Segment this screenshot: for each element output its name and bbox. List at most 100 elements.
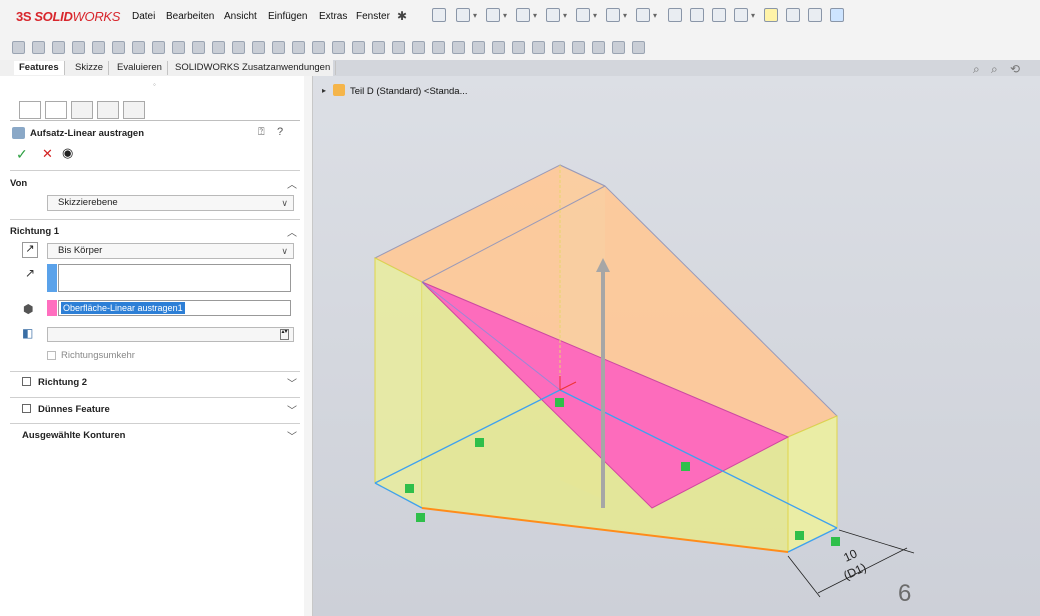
- dimxpert-tab-icon[interactable]: [97, 101, 119, 119]
- toolbar-tool-icon[interactable]: [632, 41, 645, 54]
- relation-icon[interactable]: [795, 531, 804, 540]
- chevron-down-icon[interactable]: ﹀: [287, 428, 297, 443]
- reverse-direction-icon[interactable]: ↗: [22, 242, 38, 258]
- chevron-down-icon[interactable]: ▾: [593, 11, 597, 20]
- relation-icon[interactable]: [681, 462, 690, 471]
- sum-icon[interactable]: [712, 8, 726, 22]
- toolbar-tool-icon[interactable]: [532, 41, 545, 54]
- relation-icon[interactable]: [475, 438, 484, 447]
- model-graphics[interactable]: 10 (D1): [313, 76, 1040, 616]
- toolbar-tool-icon[interactable]: [132, 41, 145, 54]
- gear-icon[interactable]: [734, 8, 748, 22]
- end-condition-select[interactable]: Bis Körper ∨: [47, 243, 294, 259]
- chevron-up-icon[interactable]: ︿: [287, 224, 297, 239]
- toolbar-tool-icon[interactable]: [332, 41, 345, 54]
- redo-icon[interactable]: [606, 8, 620, 22]
- rebuild-icon[interactable]: [668, 8, 682, 22]
- chevron-down-icon[interactable]: ﹀: [287, 402, 297, 417]
- panel-collapse-icon[interactable]: ◦: [153, 80, 156, 89]
- toolbar-tool-icon[interactable]: [12, 41, 25, 54]
- toolbar-tool-icon[interactable]: [272, 41, 285, 54]
- toolbar-tool-icon[interactable]: [492, 41, 505, 54]
- search-tools-icon[interactable]: [830, 8, 844, 22]
- toolbar-tool-icon[interactable]: [412, 41, 425, 54]
- toolbar-tool-icon[interactable]: [112, 41, 125, 54]
- toolbar-tool-icon[interactable]: [452, 41, 465, 54]
- spinner-icon[interactable]: ▴▾: [280, 329, 289, 340]
- question-icon[interactable]: ?: [277, 126, 283, 138]
- chevron-down-icon[interactable]: ▾: [503, 11, 507, 20]
- sketch-star-icon[interactable]: [764, 8, 778, 22]
- panel-splitter[interactable]: [304, 76, 313, 616]
- section-richtung-1[interactable]: Richtung 1: [10, 226, 59, 237]
- tab-solidworks-addins[interactable]: SOLIDWORKS Zusatzanwendungen: [170, 61, 337, 75]
- toolbar-tool-icon[interactable]: [472, 41, 485, 54]
- relation-icon[interactable]: [405, 484, 414, 493]
- undo-icon[interactable]: [576, 8, 590, 22]
- direction-reference-field[interactable]: [58, 264, 291, 292]
- solidworks-logo[interactable]: 3S SOLIDWORKS: [16, 9, 120, 24]
- help-icon[interactable]: ⍰: [258, 126, 265, 139]
- toolbar-tool-icon[interactable]: [172, 41, 185, 54]
- toolbar-tool-icon[interactable]: [612, 41, 625, 54]
- toolbar-tool-icon[interactable]: [192, 41, 205, 54]
- open-icon[interactable]: [486, 8, 500, 22]
- chevron-down-icon[interactable]: ▾: [751, 11, 755, 20]
- layout-icon[interactable]: [808, 8, 822, 22]
- chevron-down-icon[interactable]: ▾: [533, 11, 537, 20]
- toolbar-tool-icon[interactable]: [292, 41, 305, 54]
- feature-manager-tab-icon[interactable]: [19, 101, 41, 119]
- section-richtung-2[interactable]: Richtung 2: [38, 377, 87, 388]
- toolbar-tool-icon[interactable]: [552, 41, 565, 54]
- toolbar-tool-icon[interactable]: [152, 41, 165, 54]
- toolbar-tool-icon[interactable]: [512, 41, 525, 54]
- richtung-2-checkbox[interactable]: [22, 377, 31, 386]
- chevron-down-icon[interactable]: ▾: [473, 11, 477, 20]
- toolbar-tool-icon[interactable]: [252, 41, 265, 54]
- section-thin-feature[interactable]: Dünnes Feature: [38, 404, 110, 415]
- new-document-icon[interactable]: [456, 8, 470, 22]
- tab-evaluieren[interactable]: Evaluieren: [112, 61, 168, 75]
- zoom-area-icon[interactable]: ⌕: [991, 62, 998, 77]
- relation-icon[interactable]: [831, 537, 840, 546]
- toolbar-tool-icon[interactable]: [372, 41, 385, 54]
- thin-feature-checkbox[interactable]: [22, 404, 31, 413]
- select-icon[interactable]: [636, 8, 650, 22]
- menu-bearbeiten[interactable]: Bearbeiten: [166, 11, 214, 22]
- chevron-down-icon[interactable]: ▾: [623, 11, 627, 20]
- dimension-name[interactable]: (D1): [841, 560, 868, 583]
- file-properties-icon[interactable]: [690, 8, 704, 22]
- toolbar-tool-icon[interactable]: [92, 41, 105, 54]
- tab-skizze[interactable]: Skizze: [70, 61, 109, 75]
- menu-ansicht[interactable]: Ansicht: [224, 11, 257, 22]
- chevron-down-icon[interactable]: ▾: [653, 11, 657, 20]
- configuration-manager-tab-icon[interactable]: [71, 101, 93, 119]
- confirm-check-icon[interactable]: ✓: [16, 146, 28, 163]
- relation-icon[interactable]: [555, 398, 564, 407]
- section-von[interactable]: Von: [10, 178, 27, 189]
- toolbar-tool-icon[interactable]: [52, 41, 65, 54]
- von-select[interactable]: Skizzierebene ∨: [47, 195, 294, 211]
- toolbar-tool-icon[interactable]: [392, 41, 405, 54]
- relation-icon[interactable]: [416, 513, 425, 522]
- chevron-down-icon[interactable]: ▾: [563, 11, 567, 20]
- chevron-down-icon[interactable]: ﹀: [287, 375, 297, 390]
- selected-body[interactable]: Oberfläche-Linear austragen1: [61, 302, 185, 314]
- toolbar-tool-icon[interactable]: [432, 41, 445, 54]
- toolbar-tool-icon[interactable]: [232, 41, 245, 54]
- previous-view-icon[interactable]: ⟲: [1010, 62, 1020, 76]
- tab-features[interactable]: Features: [14, 61, 65, 75]
- body-selection-field[interactable]: Oberfläche-Linear austragen1: [58, 300, 291, 316]
- toolbar-tool-icon[interactable]: [312, 41, 325, 54]
- home-icon[interactable]: [432, 8, 446, 22]
- menu-fenster[interactable]: Fenster: [356, 11, 390, 22]
- save-icon[interactable]: [516, 8, 530, 22]
- section-selected-contours[interactable]: Ausgewählte Konturen: [22, 430, 125, 441]
- grid-icon[interactable]: [786, 8, 800, 22]
- menu-extras[interactable]: Extras: [319, 11, 347, 22]
- print-icon[interactable]: [546, 8, 560, 22]
- preview-eye-icon[interactable]: ◉: [62, 145, 73, 161]
- chevron-up-icon[interactable]: ︿: [287, 176, 297, 191]
- reverse-direction-checkbox[interactable]: [47, 351, 56, 360]
- toolbar-tool-icon[interactable]: [572, 41, 585, 54]
